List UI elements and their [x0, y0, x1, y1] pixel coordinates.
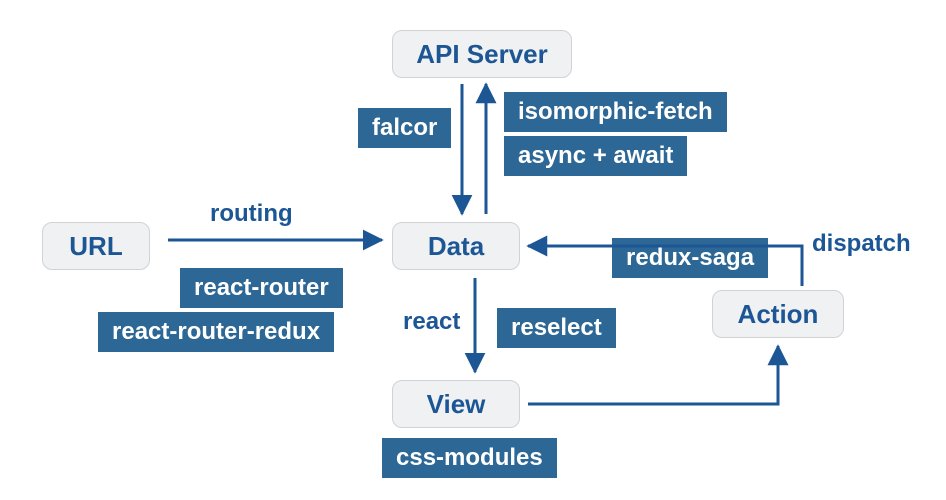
arrow-view-to-action	[528, 346, 778, 404]
node-api-server: API Server	[392, 30, 572, 78]
tag-reselect: reselect	[497, 308, 616, 348]
node-action: Action	[712, 290, 844, 338]
tag-react-router-redux: react-router-redux	[98, 312, 334, 352]
edge-label-routing: routing	[210, 200, 293, 228]
diagram-stage: API Server URL Data View Action falcor i…	[0, 0, 946, 500]
node-view: View	[392, 380, 520, 428]
node-url: URL	[42, 222, 150, 270]
node-data: Data	[392, 222, 520, 270]
tag-redux-saga: redux-saga	[612, 238, 768, 278]
tag-react-router: react-router	[180, 268, 343, 308]
edge-label-dispatch: dispatch	[812, 230, 911, 258]
tag-falcor: falcor	[358, 108, 451, 148]
tag-isomorphic-fetch: isomorphic-fetch	[504, 92, 727, 132]
tag-css-modules: css-modules	[382, 438, 557, 478]
tag-async-await: async + await	[504, 136, 687, 176]
edge-label-react: react	[403, 308, 460, 336]
